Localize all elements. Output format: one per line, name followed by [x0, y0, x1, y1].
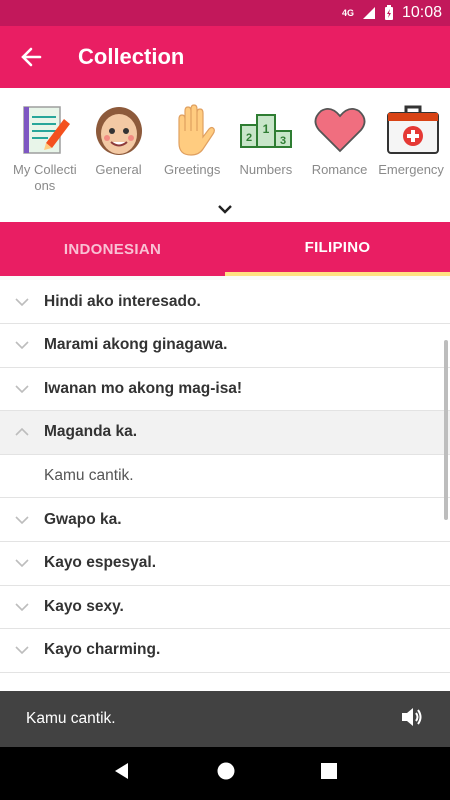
- notepad-pencil-icon: [17, 102, 73, 158]
- category-label: General: [95, 162, 142, 177]
- list-item[interactable]: Kayo espesyal.: [0, 542, 450, 586]
- nav-home-button[interactable]: [217, 762, 235, 785]
- waving-hand-icon: [164, 102, 220, 158]
- chevron-down-icon: [0, 516, 44, 524]
- first-aid-kit-icon: [385, 102, 441, 158]
- list-item[interactable]: Hindi ako interesado.: [0, 280, 450, 324]
- signal-icon: [362, 6, 376, 20]
- phrase-list: Hindi ako interesado. Marami akong ginag…: [0, 280, 450, 691]
- now-playing-text: Kamu cantik.: [26, 710, 116, 727]
- speaker-button[interactable]: [400, 706, 424, 733]
- nav-back-button[interactable]: [113, 762, 131, 785]
- expand-categories-button[interactable]: [213, 200, 237, 218]
- svg-text:1: 1: [263, 122, 270, 136]
- chevron-down-icon: [218, 205, 232, 214]
- list-item[interactable]: Kayo charming.: [0, 629, 450, 673]
- language-tabs: INDONESIAN FILIPINO: [0, 222, 450, 276]
- audio-player-bar: Kamu cantik.: [0, 691, 450, 747]
- volume-icon: [402, 707, 422, 726]
- translation-text: Kamu cantik.: [44, 467, 134, 485]
- chevron-down-icon: [0, 341, 44, 350]
- chevron-down-icon: [0, 603, 44, 611]
- category-label: Greetings: [163, 162, 221, 177]
- nav-recents-button[interactable]: [321, 763, 337, 784]
- phrase-text: Hindi ako interesado.: [44, 292, 201, 310]
- podium-numbers-icon: 1 2 3: [238, 102, 294, 158]
- app-bar: Collection: [0, 26, 450, 88]
- battery-icon: [384, 5, 394, 21]
- list-item[interactable]: Marami akong ginagawa.: [0, 324, 450, 368]
- category-numbers[interactable]: 1 2 3 Numbers: [229, 88, 303, 194]
- category-label: Emergency: [378, 162, 444, 177]
- page-title: Collection: [78, 44, 185, 69]
- svg-text:2: 2: [246, 132, 252, 144]
- network-indicator: 4G: [341, 8, 354, 18]
- status-bar: 4G 10:08: [0, 0, 450, 26]
- phrase-text: Kayo charming.: [44, 641, 161, 659]
- category-general[interactable]: General: [82, 88, 156, 194]
- category-my-collections[interactable]: My Collections: [8, 88, 82, 194]
- phrase-text: Kayo sexy.: [44, 597, 124, 615]
- list-item[interactable]: Kayo sexy.: [0, 586, 450, 630]
- list-item[interactable]: Gwapo ka.: [0, 498, 450, 542]
- category-emergency[interactable]: Emergency: [376, 88, 450, 194]
- phrase-text: Maganda ka.: [44, 423, 138, 441]
- circle-home-icon: [217, 762, 235, 780]
- phrase-text: Kayo espesyal.: [44, 554, 157, 572]
- square-recents-icon: [321, 763, 337, 779]
- category-label: My Collections: [13, 162, 77, 193]
- phrase-text: Gwapo ka.: [44, 510, 122, 528]
- chevron-down-icon: [0, 297, 44, 306]
- phrase-text: Marami akong ginagawa.: [44, 336, 228, 354]
- category-strip: My Collections General Greetings 1 2 3 N…: [0, 88, 450, 222]
- chevron-up-icon: [0, 428, 44, 437]
- chevron-down-icon: [0, 385, 44, 393]
- category-romance[interactable]: Romance: [303, 88, 377, 194]
- arrow-back-icon: [21, 47, 42, 67]
- list-item[interactable]: Iwanan mo akong mag-isa!: [0, 368, 450, 412]
- scrollbar[interactable]: [444, 340, 448, 520]
- face-icon: [91, 102, 147, 158]
- category-label: Numbers: [239, 162, 293, 177]
- svg-text:3: 3: [280, 135, 286, 147]
- chevron-down-icon: [0, 646, 44, 655]
- list-item-expanded[interactable]: Maganda ka.: [0, 411, 450, 455]
- chevron-down-icon: [0, 559, 44, 568]
- system-nav-bar: [0, 747, 450, 800]
- tab-indonesian[interactable]: INDONESIAN: [0, 222, 225, 276]
- category-label: Romance: [311, 162, 368, 177]
- phrase-text: Iwanan mo akong mag-isa!: [44, 379, 243, 397]
- clock: 10:08: [401, 4, 442, 21]
- triangle-back-icon: [115, 763, 128, 779]
- category-greetings[interactable]: Greetings: [155, 88, 229, 194]
- back-button[interactable]: [0, 26, 62, 88]
- tab-filipino[interactable]: FILIPINO: [225, 222, 450, 276]
- heart-icon: [312, 102, 368, 158]
- translation-row[interactable]: Kamu cantik.: [0, 455, 450, 499]
